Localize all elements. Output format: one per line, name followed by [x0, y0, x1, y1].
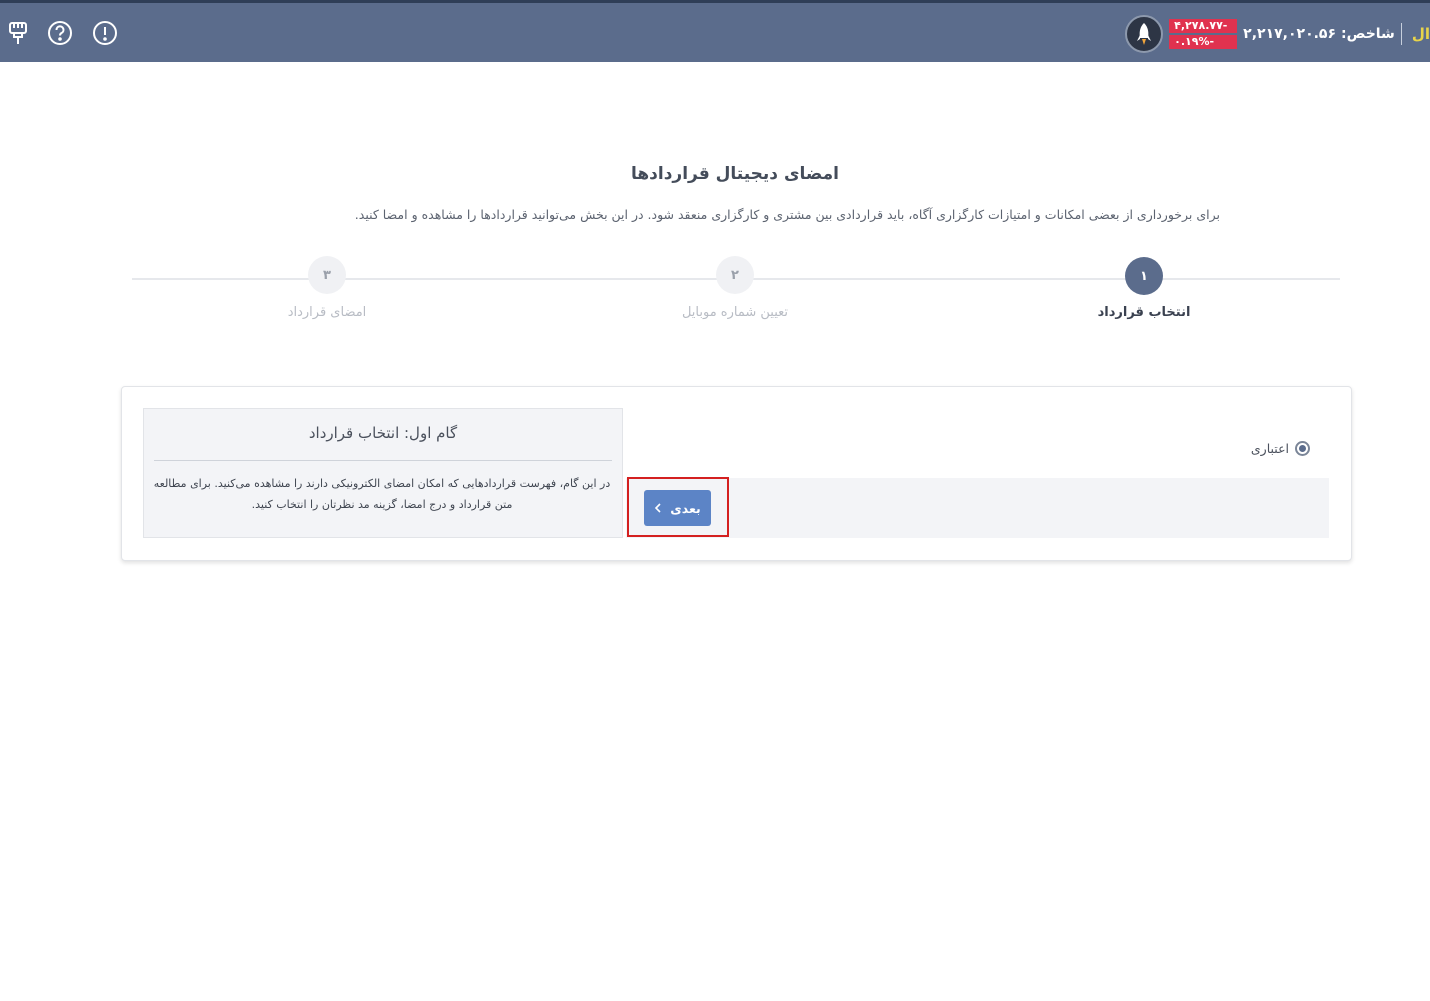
- step-2-label: تعیین شماره موبایل: [681, 305, 789, 320]
- action-bar: [626, 478, 1329, 538]
- radio-button[interactable]: [1295, 440, 1310, 456]
- page-title: امضای دیجیتال قراردادها: [630, 164, 840, 184]
- next-button[interactable]: بعدی: [644, 490, 711, 526]
- index-change: -۴,۲۷۸.۷۷ -۰.۱۹%: [1169, 19, 1238, 49]
- chevron-left-icon: [654, 501, 662, 516]
- top-bar: ال شاخص: ۲,۲۱۷,۰۲۰.۵۶ -۴,۲۷۸.۷۷ -۰.۱۹%: [0, 0, 1430, 62]
- market-ticker: ال شاخص: ۲,۲۱۷,۰۲۰.۵۶ -۴,۲۷۸.۷۷ -۰.۱۹%: [1125, 14, 1430, 54]
- index-label: شاخص:: [1341, 26, 1395, 42]
- contract-option-credit[interactable]: اعتباری: [1200, 438, 1310, 458]
- ticker-cut-label: ال: [1411, 25, 1430, 43]
- info-text: در این گام، فهرست قراردادهایی که امکان ا…: [153, 477, 611, 511]
- index-value: ۲,۲۱۷,۰۲۰.۵۶: [1243, 26, 1337, 42]
- step-3-label: امضای قرارداد: [287, 305, 367, 320]
- change-percent-badge: -۰.۱۹%: [1169, 35, 1238, 49]
- step-1-circle: ۱: [1125, 257, 1163, 295]
- alert-icon[interactable]: [91, 19, 119, 47]
- index-display: شاخص: ۲,۲۱۷,۰۲۰.۵۶: [1243, 26, 1395, 42]
- rocket-icon[interactable]: [1125, 15, 1164, 53]
- page-subtitle: برای برخورداری از بعضی امکانات و امتیازا…: [354, 207, 1220, 222]
- next-button-label: بعدی: [670, 500, 701, 516]
- radio-label: اعتباری: [1250, 440, 1289, 456]
- divider: [154, 460, 612, 461]
- step-3-circle: ۳: [308, 256, 346, 294]
- radio-dot: [1299, 444, 1306, 452]
- plug-icon[interactable]: [4, 19, 32, 47]
- step-info-panel: گام اول: انتخاب قرارداد در این گام، فهرس…: [143, 408, 623, 538]
- change-value-badge: -۴,۲۷۸.۷۷: [1169, 19, 1238, 33]
- divider: [1400, 23, 1402, 45]
- help-icon[interactable]: [46, 19, 74, 47]
- step-2-circle: ۲: [716, 256, 754, 294]
- info-title: گام اول: انتخاب قرارداد: [308, 424, 458, 442]
- step-1-label: انتخاب قرارداد: [1097, 305, 1191, 320]
